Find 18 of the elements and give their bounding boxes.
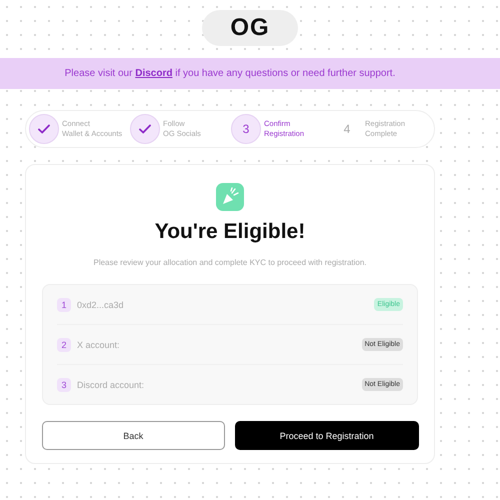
proceed-button[interactable]: Proceed to Registration bbox=[235, 421, 418, 450]
row-number: 1 bbox=[57, 298, 71, 312]
check-icon bbox=[29, 114, 59, 144]
support-message: Please visit our Discord if you have any questions or need further support. bbox=[64, 68, 396, 79]
account-label: Discord account: bbox=[77, 380, 146, 390]
account-label: 0xd2...ca3d bbox=[77, 300, 125, 310]
step-number: 4 bbox=[342, 121, 352, 138]
logo: OG bbox=[202, 10, 298, 46]
party-popper-icon bbox=[215, 182, 245, 212]
card-subtitle: Please review your allocation and complete KYC to proceed with registration. bbox=[93, 258, 367, 267]
check-icon bbox=[130, 114, 160, 144]
row-number: 2 bbox=[57, 338, 71, 352]
row-number: 3 bbox=[57, 378, 71, 392]
back-button[interactable]: Back bbox=[42, 421, 225, 450]
card-title: You're Eligible! bbox=[154, 220, 306, 244]
account-label: X account: bbox=[77, 340, 121, 350]
step-number: 3 bbox=[231, 114, 261, 144]
discord-link[interactable]: Discord bbox=[135, 68, 172, 79]
